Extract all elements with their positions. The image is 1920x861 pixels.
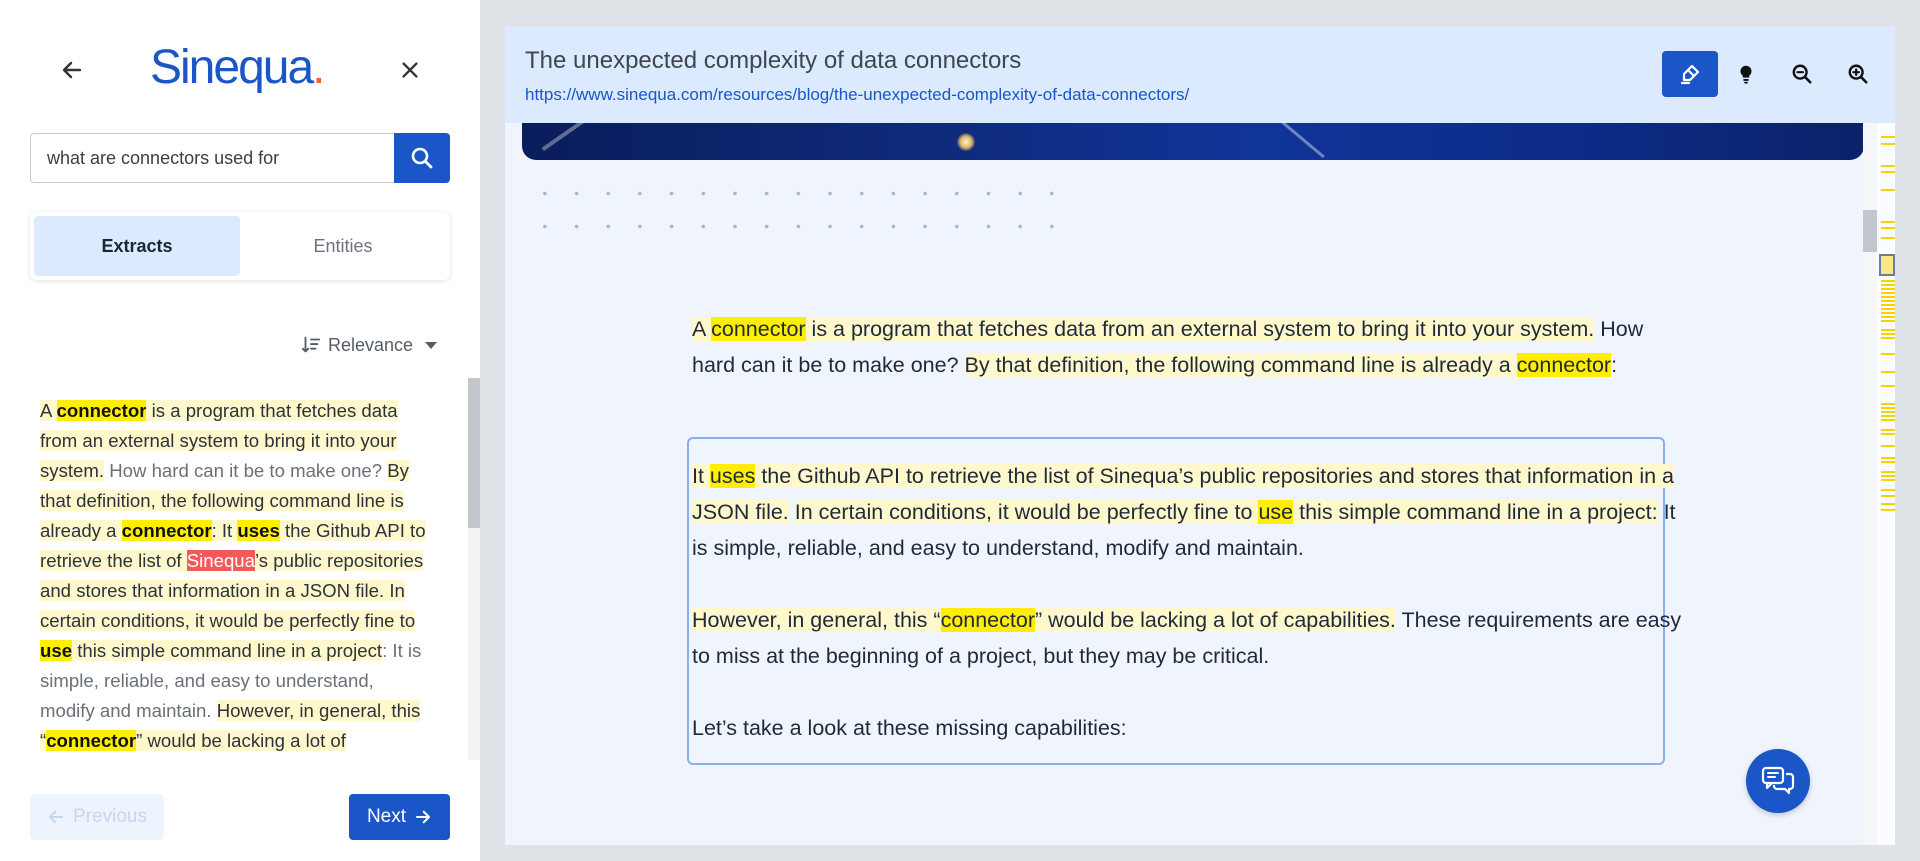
document-title: The unexpected complexity of data connec… [525,47,1022,74]
arrow-right-icon [415,810,431,824]
zoom-in-button[interactable] [1830,51,1886,97]
highlight-toggle-button[interactable] [1662,51,1718,97]
keyword-highlight: connector [940,608,1035,632]
keyword-highlight: uses [709,464,756,488]
sort-icon [301,336,321,353]
extract-highlight: A [692,317,712,341]
text-segment: Let’s take a look at these missing capab… [692,716,1127,740]
extract-scrollbar-thumb[interactable] [468,378,480,528]
extract-highlight: By that definition, the following comman… [964,353,1517,377]
minimap-highlight-mark [1881,457,1895,463]
sinequa-logo: Sinequa. [150,40,326,94]
keyword-highlight: uses [237,520,280,541]
minimap-highlight-mark [1881,489,1895,491]
arrow-left-icon [49,810,64,824]
document-url[interactable]: https://www.sinequa.com/resources/blog/t… [525,85,1189,105]
chat-button[interactable] [1746,749,1810,813]
zoom-in-icon [1848,64,1868,84]
highlight-minimap[interactable] [1877,123,1895,845]
text-segment [789,500,795,524]
extract-highlight: In certain conditions, it would be perfe… [794,500,1259,524]
insights-button[interactable] [1718,51,1774,97]
keyword-highlight: connector [1516,353,1612,377]
current-extract-text: It uses the Github API to retrieve the l… [692,458,1682,782]
text-segment: How hard can it be to make one? [104,460,388,481]
minimap-highlight-mark [1881,385,1895,389]
minimap-highlight-mark [1881,171,1895,173]
keyword-highlight: use [1258,500,1294,524]
search-button[interactable] [394,133,450,183]
tab-extracts[interactable]: Extracts [34,216,240,276]
minimap-highlight-mark [1881,471,1895,483]
extract-text: A connector is a program that fetches da… [40,396,432,760]
article-paragraph: However, in general, this “connector” wo… [692,602,1682,674]
minimap-highlight-mark [1881,221,1895,223]
article-paragraph: It uses the Github API to retrieve the l… [692,458,1682,566]
search-icon [411,147,433,169]
minimap-highlight-mark [1881,189,1895,191]
extract-highlight: this simple command line in a project: [1293,500,1658,524]
minimap-highlight-mark [1881,143,1895,147]
back-button[interactable] [52,50,92,90]
highlighter-icon [1680,64,1700,85]
keyword-highlight: connector [46,730,137,751]
minimap-current-marker [1879,254,1895,276]
extract-highlight: ” would be lacking a lot of capabilities… [1034,608,1396,632]
chevron-down-icon [425,341,438,349]
keyword-highlight: connector [121,520,212,541]
minimap-highlight-mark [1881,429,1895,435]
viewer-toolbar [1662,51,1886,97]
minimap-highlight-mark [1881,329,1895,341]
next-button[interactable]: Next [349,794,450,840]
close-icon [402,62,418,78]
sort-label: Relevance [328,334,414,355]
minimap-highlight-mark [1881,371,1895,373]
text-segment: : [1611,353,1618,377]
minimap-highlight-mark [1881,165,1895,167]
extract-highlight: this simple command line in a project [72,640,383,661]
keyword-highlight: use [40,640,73,661]
close-button[interactable] [390,50,430,90]
minimap-highlight-mark [1881,495,1895,497]
lightbulb-icon [1740,65,1752,84]
extract-highlight: However, in general, this “ [692,608,941,632]
chat-icon [1761,766,1795,795]
viewer-header: The unexpected complexity of data connec… [505,27,1895,123]
sort-dropdown[interactable]: Relevance [300,330,438,360]
article-paragraph: A connector is a program that fetches da… [692,311,1652,383]
minimap-highlight-mark [1881,445,1895,449]
search-input[interactable] [30,133,394,183]
entity-highlight: Sinequa [186,550,255,571]
minimap-highlight-mark [1881,136,1895,139]
zoom-out-icon [1792,64,1812,84]
panel-tabs: Extracts Entities [30,212,450,280]
search-bar [30,133,450,183]
arrow-left-icon [62,61,82,79]
previous-button[interactable]: Previous [30,794,164,840]
article-banner-image [522,123,1864,160]
decorative-dot-pattern [529,177,1069,237]
tab-entities[interactable]: Entities [240,216,446,276]
keyword-highlight: connector [711,317,806,341]
panel-header: Sinequa. [0,40,480,94]
extract-highlight: It [692,464,710,488]
extract-highlight: A [40,400,57,421]
minimap-highlight-mark [1881,509,1895,513]
minimap-highlight-mark [1881,227,1895,229]
preview-side-panel: Sinequa. Extracts Entities Relevance A c… [0,0,480,861]
minimap-highlight-mark [1881,503,1895,505]
minimap-highlight-mark [1881,403,1895,423]
minimap-highlight-mark [1881,353,1895,355]
keyword-highlight: connector [56,400,147,421]
extract-highlight: : It [211,520,238,541]
minimap-highlight-mark [1881,280,1895,323]
zoom-out-button[interactable] [1774,51,1830,97]
document-viewer: The unexpected complexity of data connec… [505,27,1895,845]
extract-highlight: is a program that fetches data from an e… [805,317,1595,341]
viewer-scrollbar-thumb[interactable] [1863,210,1877,252]
minimap-highlight-mark [1881,237,1895,239]
article-paragraph: Let’s take a look at these missing capab… [692,710,1682,746]
